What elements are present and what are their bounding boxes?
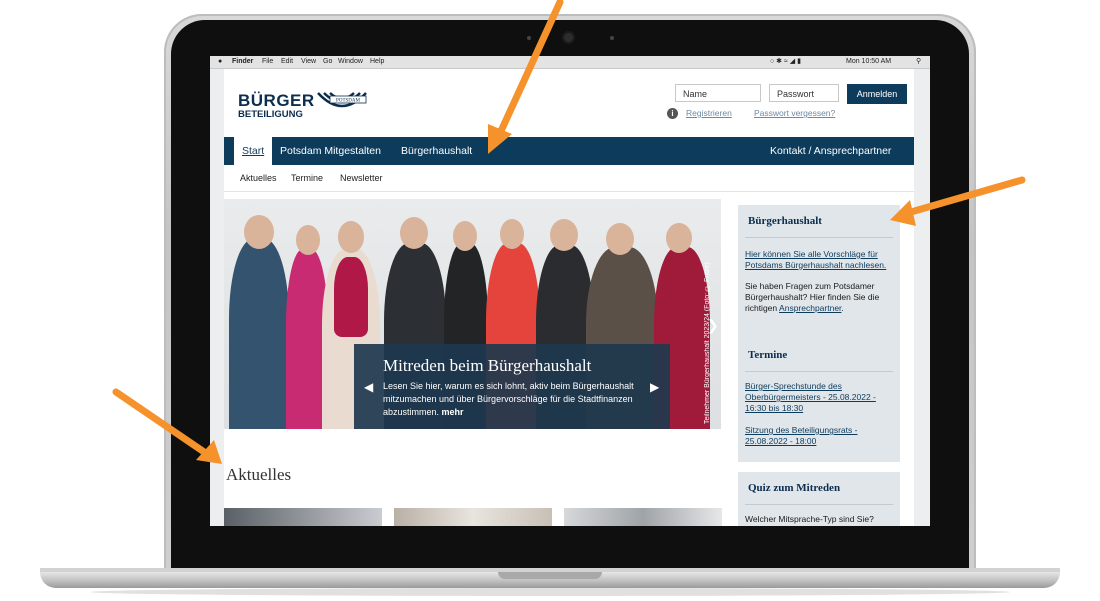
news-thumbnail[interactable] [224, 508, 382, 526]
hero-person-head [666, 223, 692, 253]
hero-person-head [244, 215, 274, 249]
menu-edit[interactable]: Edit [281, 56, 293, 68]
laptop-notch [498, 572, 602, 579]
sensor-dot [610, 36, 614, 40]
section-title-aktuelles: Aktuelles [226, 465, 292, 484]
hero-caption: Mitreden beim Bürgerhaushalt ◀ Lesen Sie… [354, 344, 670, 429]
svg-text:POTSDAM: POTSDAM [336, 99, 360, 104]
nav-buergerhaushalt[interactable]: Bürgerhaushalt [401, 137, 472, 165]
browser-page: BÜRGER BETEILIGUNG POTSDAM Name Passwort… [210, 69, 930, 526]
hero-person-head [606, 223, 634, 255]
menu-view[interactable]: View [301, 56, 316, 68]
register-link[interactable]: Registrieren [686, 108, 732, 118]
spotlight-icon[interactable]: ⚲ [916, 56, 921, 68]
website: BÜRGER BETEILIGUNG POTSDAM Name Passwort… [224, 69, 914, 526]
hero-text: Lesen Sie hier, warum es sich lohnt, akt… [383, 380, 653, 419]
ansprechpartner-link[interactable]: Ansprechpartner [779, 303, 841, 313]
hero-person [229, 239, 289, 429]
apple-icon[interactable]: ● [218, 56, 222, 68]
news-thumbnail[interactable] [564, 508, 722, 526]
hero-person-head [296, 225, 320, 255]
event-link[interactable]: Bürger-Sprechstunde des Oberbürgermeiste… [745, 381, 897, 414]
event-link[interactable]: Sitzung des Beteiligungsrats - 25.08.202… [745, 425, 897, 447]
hero-text-body: Lesen Sie hier, warum es sich lohnt, akt… [383, 381, 634, 417]
sidebar-box-termine: Termine Bürger-Sprechstunde des Oberbürg… [738, 339, 900, 462]
name-input[interactable]: Name [675, 84, 761, 102]
divider [745, 371, 893, 372]
sub-nav: Aktuelles Termine Newsletter [224, 165, 914, 192]
sidebar-box-quiz: Quiz zum Mitreden Welcher Mitsprache-Typ… [738, 472, 900, 526]
caption-next-icon[interactable]: ▶ [650, 380, 659, 394]
mac-menubar: ● Finder File Edit View Go Window Help ○… [210, 56, 930, 69]
forgot-password-link[interactable]: Passwort vergessen? [754, 108, 835, 118]
divider [745, 504, 893, 505]
info-icon: i [667, 108, 678, 119]
caption-prev-icon[interactable]: ◀ [364, 380, 373, 394]
buergerhaushalt-link[interactable]: Hier können Sie alle Vorschläge für Pots… [745, 249, 897, 271]
sidebar-title-quiz: Quiz zum Mitreden [748, 482, 841, 494]
sensor-dot [527, 36, 531, 40]
logo-text[interactable]: BÜRGER [238, 91, 315, 111]
menubar-clock[interactable]: Mon 10:50 AM [846, 56, 891, 68]
quiz-text[interactable]: Welcher Mitsprache-Typ sind Sie? [745, 514, 897, 525]
hero-person-head [500, 219, 524, 249]
hero-person-shirt [334, 257, 368, 337]
nav-start[interactable]: Start [234, 137, 273, 165]
buergerhaushalt-info: Sie haben Fragen zum Potsdamer Bürgerhau… [745, 281, 897, 314]
hero-person-head [338, 221, 364, 253]
hero-person-head [400, 217, 428, 249]
sidebar-title-buergerhaushalt: Bürgerhaushalt [748, 215, 822, 227]
login-button[interactable]: Anmelden [847, 84, 907, 104]
webcam [564, 33, 573, 42]
nav-potsdam-mitgestalten[interactable]: Potsdam Mitgestalten [280, 137, 381, 165]
logo-subtext[interactable]: BETEILIGUNG [238, 109, 303, 120]
menu-finder[interactable]: Finder [232, 56, 253, 68]
menu-help[interactable]: Help [370, 56, 384, 68]
hero-person-head [453, 221, 477, 251]
menu-window[interactable]: Window [338, 56, 363, 68]
hero-person-head [550, 219, 578, 251]
menu-file[interactable]: File [262, 56, 273, 68]
news-thumbnail[interactable] [394, 508, 552, 526]
password-input[interactable]: Passwort [769, 84, 839, 102]
hero-slider[interactable]: ❯ Teilnehmer Bürgerhaushalt 2023/24 (Fot… [224, 199, 721, 429]
hero-more-link[interactable]: mehr [442, 407, 464, 417]
laptop-screen: ● Finder File Edit View Go Window Help ○… [210, 56, 930, 526]
sidebar-title-termine: Termine [748, 349, 788, 361]
nav-contact[interactable]: Kontakt / Ansprechpartner [770, 137, 891, 165]
subnav-aktuelles[interactable]: Aktuelles [240, 165, 277, 191]
main-nav: Start Potsdam Mitgestalten Bürgerhaushal… [224, 137, 914, 165]
subnav-termine[interactable]: Termine [291, 165, 323, 191]
subnav-newsletter[interactable]: Newsletter [340, 165, 383, 191]
status-icons[interactable]: ○ ✱ ≈ ◢ ▮ [770, 56, 801, 68]
menu-go[interactable]: Go [323, 56, 332, 68]
photo-credit: Teilnehmer Bürgerhaushalt 2023/24 (Foto:… [704, 262, 711, 424]
laptop-shadow [90, 588, 1010, 596]
divider [745, 237, 893, 238]
potsdam-logo-icon[interactable]: POTSDAM [316, 89, 368, 117]
sidebar-box-buergerhaushalt: Bürgerhaushalt Hier können Sie alle Vors… [738, 205, 900, 353]
hero-title: Mitreden beim Bürgerhaushalt [383, 356, 592, 375]
buergerhaushalt-info-end: . [841, 303, 844, 313]
